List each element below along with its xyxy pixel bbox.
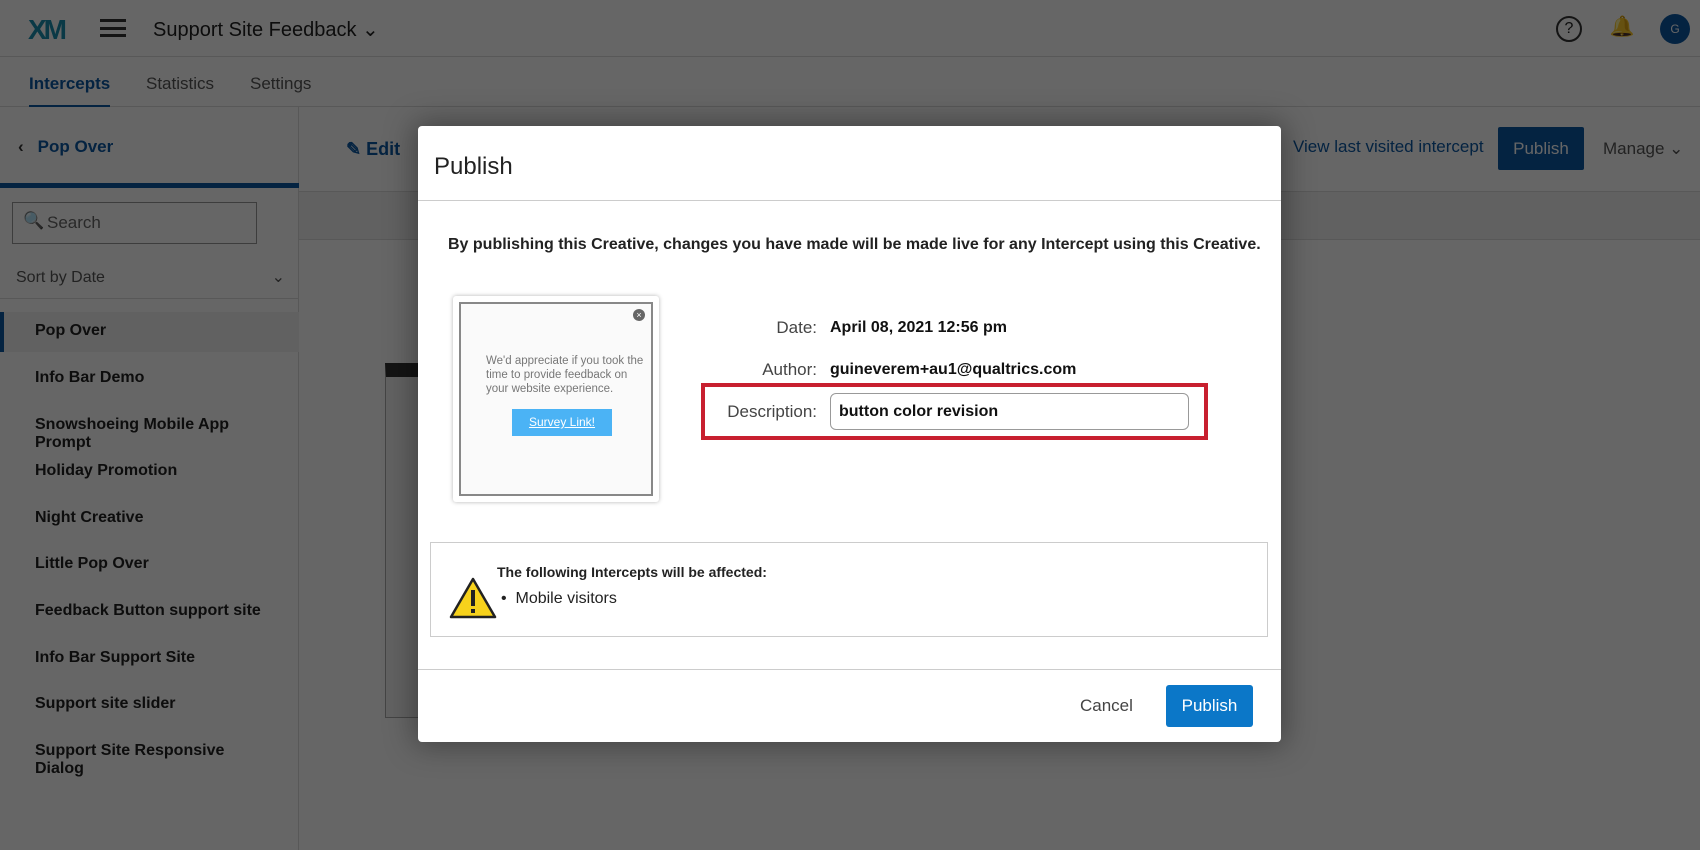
list-item[interactable]: Support Site Responsive Dialog bbox=[0, 732, 299, 777]
close-icon: × bbox=[633, 309, 645, 321]
search-placeholder: Search bbox=[47, 213, 101, 232]
avatar[interactable]: G bbox=[1660, 14, 1690, 44]
divider bbox=[418, 669, 1281, 670]
list-item[interactable]: Little Pop Over bbox=[0, 545, 299, 585]
description-input[interactable] bbox=[830, 393, 1189, 430]
search-input[interactable]: 🔍 Search bbox=[12, 202, 257, 244]
list-item[interactable]: Info Bar Support Site bbox=[0, 639, 299, 679]
chevron-down-icon: ⌄ bbox=[362, 19, 379, 41]
manage-dropdown[interactable]: Manage ⌄ bbox=[1603, 139, 1683, 159]
list-item[interactable]: Support site slider bbox=[0, 685, 299, 725]
creative-preview: × We'd appreciate if you took the time t… bbox=[453, 296, 659, 502]
publish-button[interactable]: Publish bbox=[1166, 685, 1253, 727]
edit-label: Edit bbox=[366, 139, 401, 159]
project-name: Support Site Feedback bbox=[153, 19, 357, 41]
preview-survey-link: Survey Link! bbox=[512, 409, 612, 436]
hamburger-menu-icon[interactable] bbox=[100, 19, 126, 37]
publish-top-button[interactable]: Publish bbox=[1498, 127, 1584, 170]
top-header: XM Support Site Feedback ⌄ ? 🔔 G bbox=[0, 0, 1700, 57]
bell-icon[interactable]: 🔔 bbox=[1609, 16, 1635, 42]
view-last-visited-link[interactable]: View last visited intercept bbox=[1293, 137, 1484, 157]
divider bbox=[418, 200, 1281, 201]
tab-intercepts[interactable]: Intercepts bbox=[29, 74, 111, 109]
xm-logo[interactable]: XM bbox=[28, 14, 67, 46]
edit-button[interactable]: ✎ Edit bbox=[346, 139, 400, 160]
cancel-button[interactable]: Cancel bbox=[1080, 696, 1133, 716]
dialog-message: By publishing this Creative, changes you… bbox=[448, 236, 1261, 253]
back-button[interactable]: ‹ Pop Over bbox=[18, 137, 113, 157]
chevron-down-icon: ⌄ bbox=[271, 269, 285, 286]
list-item[interactable]: Info Bar Demo bbox=[0, 359, 299, 399]
back-label: Pop Over bbox=[37, 137, 114, 156]
affected-intercepts-box: The following Intercepts will be affecte… bbox=[430, 542, 1268, 637]
list-item[interactable]: Pop Over bbox=[0, 312, 299, 352]
list-item[interactable]: Holiday Promotion bbox=[0, 452, 299, 492]
preview-text: We'd appreciate if you took the time to … bbox=[486, 355, 644, 395]
list-item[interactable]: Feedback Button support site bbox=[0, 592, 299, 632]
description-label: Description: bbox=[727, 402, 817, 421]
chevron-down-icon: ⌄ bbox=[1669, 139, 1684, 158]
sidebar: ‹ Pop Over 🔍 Search Sort by Date ⌄ Pop Over… bbox=[0, 107, 299, 850]
tab-statistics[interactable]: Statistics bbox=[146, 74, 214, 94]
author-value: guineverem+au1@qualtrics.com bbox=[830, 361, 1077, 378]
affected-item: • Mobile visitors bbox=[501, 590, 617, 607]
warning-heading: The following Intercepts will be affecte… bbox=[497, 564, 767, 580]
warning-icon bbox=[449, 577, 497, 619]
sort-label: Sort by Date bbox=[16, 269, 105, 286]
chevron-left-icon: ‹ bbox=[18, 137, 24, 156]
tab-bar: Intercepts Statistics Settings bbox=[0, 57, 1700, 109]
affected-item-label: Mobile visitors bbox=[515, 590, 617, 607]
active-indicator bbox=[0, 183, 299, 188]
search-icon: 🔍 bbox=[23, 211, 45, 230]
list-item[interactable]: Snowshoeing Mobile App Prompt bbox=[0, 406, 299, 451]
pencil-icon: ✎ bbox=[346, 139, 367, 159]
date-value: April 08, 2021 12:56 pm bbox=[830, 319, 1007, 336]
manage-label: Manage bbox=[1603, 139, 1665, 158]
dialog-title: Publish bbox=[434, 153, 513, 180]
date-label: Date: bbox=[776, 318, 817, 337]
sort-dropdown[interactable]: Sort by Date ⌄ bbox=[0, 257, 299, 299]
author-label: Author: bbox=[762, 360, 817, 379]
publish-dialog: Publish By publishing this Creative, cha… bbox=[418, 126, 1281, 742]
project-selector[interactable]: Support Site Feedback ⌄ bbox=[153, 17, 379, 42]
tab-settings[interactable]: Settings bbox=[250, 74, 311, 94]
help-icon[interactable]: ? bbox=[1556, 16, 1582, 42]
list-item[interactable]: Night Creative bbox=[0, 499, 299, 539]
